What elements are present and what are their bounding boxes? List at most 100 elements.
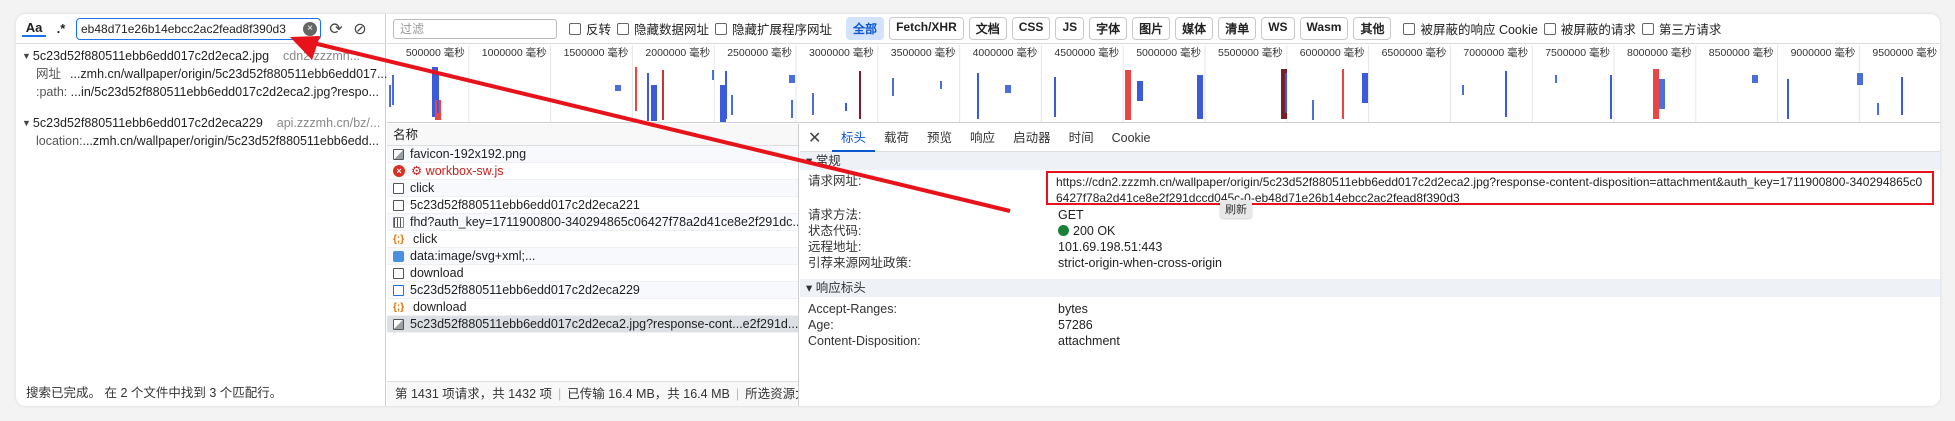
filter-input[interactable]: 过滤: [393, 18, 557, 39]
overview-request-bar: [1659, 79, 1665, 109]
response-header-key: Content-Disposition:: [808, 334, 921, 348]
checkbox-box[interactable]: [1543, 22, 1556, 35]
regex-toggle[interactable]: .*: [52, 21, 70, 36]
match-case-toggle[interactable]: Aa: [22, 20, 46, 37]
request-row[interactable]: {;} click: [387, 231, 798, 248]
request-name: fhd?auth_key=1711900800-340294865c06427f…: [410, 214, 798, 229]
request-row[interactable]: click: [387, 180, 798, 197]
request-row[interactable]: 5c23d52f880511ebb6edd017c2d2eca221: [387, 197, 798, 214]
type-filter-9[interactable]: WS: [1261, 17, 1295, 40]
tab-0[interactable]: 标头: [832, 124, 876, 152]
overview-request-bar: [1125, 70, 1131, 120]
checkbox-box[interactable]: [715, 22, 728, 35]
footer-stat: 所选资源大: [745, 387, 798, 401]
search-result-file[interactable]: ▼ 5c23d52f880511ebb6edd017c2d2eca2.jpg cdn…: [22, 48, 379, 65]
overview-tick-label: 6000000 毫秒: [1300, 46, 1365, 59]
tab-2[interactable]: 预览: [918, 124, 961, 152]
type-filter-7[interactable]: 媒体: [1175, 17, 1214, 40]
tab-5[interactable]: 时间: [1060, 124, 1103, 152]
request-name: download: [413, 299, 467, 314]
request-row[interactable]: {;} download: [387, 299, 798, 316]
filter-checkbox[interactable]: 第三方请求: [1641, 19, 1721, 38]
overview-tick-label: 9000000 毫秒: [1791, 46, 1856, 59]
type-filter-2[interactable]: 文档: [968, 17, 1007, 40]
overview-chart: 500000 毫秒 1000000 毫秒 1500000 毫秒 2000000 毫秒 2…: [389, 45, 1938, 122]
tab-6[interactable]: Cookie: [1103, 124, 1160, 152]
filter-checkbox[interactable]: 隐藏数据网址: [617, 19, 709, 38]
result-line-key: location:: [36, 134, 83, 148]
footer-stat: 已传输 16.4 MB，共 16.4 MB: [567, 387, 730, 401]
request-name: 5c23d52f880511ebb6edd017c2d2eca229: [410, 282, 640, 297]
type-filter-6[interactable]: 图片: [1132, 17, 1171, 40]
checkbox-box[interactable]: [569, 22, 581, 35]
tab-1[interactable]: 载荷: [875, 124, 918, 152]
response-header-value: 57286: [1058, 318, 1093, 332]
search-input[interactable]: [81, 21, 301, 36]
column-header-name[interactable]: 名称: [387, 124, 798, 146]
response-header-value: attachment: [1058, 334, 1120, 348]
request-row[interactable]: download: [387, 265, 798, 282]
search-status: 搜索已完成。 在 2 个文件中找到 3 个匹配行。: [26, 386, 283, 400]
request-row[interactable]: × ⚙ workbox-sw.js: [387, 163, 798, 180]
request-name: data:image/svg+xml;...: [410, 248, 536, 263]
refresh-icon[interactable]: ⟳: [327, 20, 345, 38]
general-section-header[interactable]: ▾ 常规: [800, 152, 1940, 170]
request-name: favicon-192x192.png: [410, 146, 527, 161]
clear-results-icon[interactable]: ⊘: [351, 20, 369, 38]
type-filter-5[interactable]: 字体: [1089, 17, 1128, 40]
request-row[interactable]: fhd?auth_key=1711900800-340294865c06427f…: [387, 214, 798, 231]
overview-request-bar: [892, 78, 894, 96]
filter-checkbox[interactable]: 隐藏扩展程序网址: [715, 19, 832, 38]
request-row[interactable]: 5c23d52f880511ebb6edd017c2d2eca2.jpg?res…: [387, 316, 798, 333]
response-headers-section-header[interactable]: ▾ 响应标头: [800, 279, 1940, 297]
result-file-name: 5c23d52f880511ebb6edd017c2d2eca2.jpg: [32, 49, 270, 63]
filter-checkbox[interactable]: 反转: [569, 19, 611, 38]
request-row[interactable]: data:image/svg+xml;...: [387, 248, 798, 265]
search-result-line[interactable]: :path: ...in/5c23d52f880511ebb6edd017c2d2…: [22, 83, 379, 101]
general-section-title: 常规: [815, 154, 841, 168]
ws-icon: [393, 216, 404, 228]
err-icon: ×: [393, 165, 405, 177]
request-name: click: [410, 180, 435, 195]
checkbox-label: 隐藏扩展程序网址: [732, 23, 833, 37]
overview-request-bar: [1462, 85, 1464, 95]
search-result-line[interactable]: 网址 ...zmh.cn/wallpaper/origin/5c23d52f880…: [22, 65, 387, 83]
type-filter-1[interactable]: Fetch/XHR: [889, 17, 964, 40]
request-detail-panel: ✕ 标头 载荷 预览 响应 启动器 时间 Cookie ▾ 常规 请求网址: https://…: [800, 124, 1940, 406]
checkbox-box[interactable]: [617, 22, 630, 35]
search-result-file[interactable]: ▼ 5c23d52f880511ebb6edd017c2d2eca229 api.z…: [22, 115, 381, 132]
result-line-value: ...in/5c23d52f880511ebb6edd017c2d2eca2.j…: [70, 85, 379, 99]
type-filter-4[interactable]: JS: [1055, 17, 1085, 40]
checkbox-box[interactable]: [1403, 22, 1416, 35]
filter-checkbox[interactable]: 被屏蔽的响应 Cookie: [1403, 19, 1538, 38]
request-row[interactable]: favicon-192x192.png: [387, 146, 798, 163]
type-filter-10[interactable]: Wasm: [1299, 17, 1349, 40]
type-filter-3[interactable]: CSS: [1011, 17, 1051, 40]
result-file-host: api.zzzmh.cn/bz/...: [276, 116, 381, 130]
search-result-line[interactable]: location: ...zmh.cn/wallpaper/origin/5c23…: [22, 132, 379, 150]
result-line-key: 网址: [36, 67, 62, 81]
status-bar: 第 1431 项请求，共 1432 项 | 已传输 16.4 MB，共 16.4 M…: [387, 381, 798, 406]
overview-request-bar: [977, 73, 979, 119]
expand-triangle-icon[interactable]: ▼: [22, 115, 31, 132]
network-overview[interactable]: 500000 毫秒 1000000 毫秒 1500000 毫秒 2000000 毫秒 2…: [387, 45, 1940, 123]
expand-triangle-icon[interactable]: ▼: [22, 48, 31, 65]
tab-3[interactable]: 响应: [961, 124, 1004, 152]
general-value: GET: [1058, 207, 1084, 223]
overview-tick-label: 8500000 毫秒: [1709, 46, 1774, 59]
overview-tick-label: 3000000 毫秒: [809, 46, 874, 59]
general-key: 远程地址:: [808, 240, 862, 254]
checkbox-box[interactable]: [1641, 22, 1654, 35]
clear-search-icon[interactable]: ×: [303, 21, 317, 36]
type-filter-0[interactable]: 全部: [846, 17, 885, 40]
request-row[interactable]: 5c23d52f880511ebb6edd017c2d2eca229: [387, 282, 798, 299]
tab-4[interactable]: 启动器: [1004, 124, 1060, 152]
response-header-key: Age:: [808, 318, 834, 332]
type-filter-11[interactable]: 其他: [1353, 17, 1392, 40]
script-icon: {;}: [393, 233, 405, 245]
type-filter-8[interactable]: 清单: [1218, 17, 1257, 40]
close-icon[interactable]: ✕: [808, 128, 832, 148]
filter-checkbox[interactable]: 被屏蔽的请求: [1543, 19, 1636, 38]
search-input-wrapper: ×: [76, 17, 321, 40]
request-url-value[interactable]: https://cdn2.zzzmh.cn/wallpaper/origin/5…: [1048, 173, 1928, 203]
